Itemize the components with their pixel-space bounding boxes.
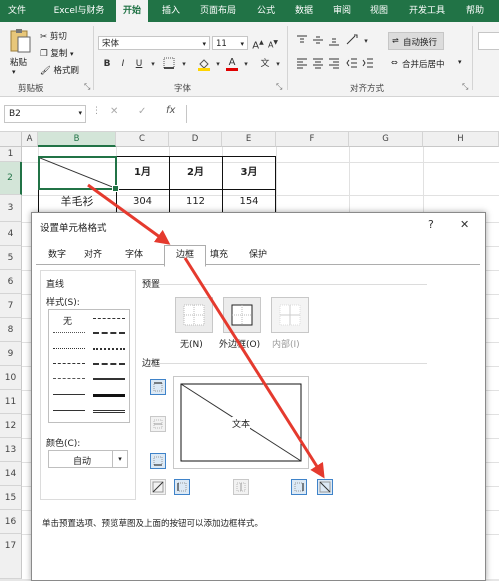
arrow-to-diagonal-button <box>183 257 325 479</box>
annotation-arrows <box>87 183 325 479</box>
arrow-to-border-tab <box>87 183 171 245</box>
